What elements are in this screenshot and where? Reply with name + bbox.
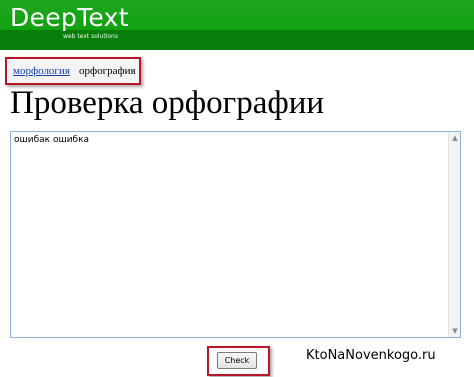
page-title: Проверка орфографии bbox=[10, 85, 325, 121]
scroll-up-arrow-icon[interactable]: ▲ bbox=[450, 133, 460, 143]
text-input-container: ошибак ошибка ▲ ▼ bbox=[10, 131, 461, 338]
tab-morphology[interactable]: морфология bbox=[13, 65, 70, 77]
text-input[interactable]: ошибак ошибка bbox=[11, 132, 448, 337]
tab-spelling: орфография bbox=[79, 65, 136, 77]
mode-tabs: морфология орфография bbox=[5, 57, 141, 85]
check-button[interactable]: Check bbox=[217, 352, 257, 369]
site-header: DeepText web text solutions bbox=[0, 0, 474, 50]
page: DeepText web text solutions морфология о… bbox=[0, 0, 474, 377]
site-logo[interactable]: DeepText web text solutions bbox=[10, 3, 129, 41]
check-button-highlight: Check bbox=[207, 346, 270, 376]
logo-tagline: web text solutions bbox=[63, 33, 118, 40]
logo-text: DeepText bbox=[10, 3, 129, 32]
textarea-scrollbar[interactable]: ▲ ▼ bbox=[448, 132, 460, 337]
watermark: KtoNaNovenkogo.ru bbox=[306, 348, 436, 363]
scroll-down-arrow-icon[interactable]: ▼ bbox=[450, 326, 460, 336]
